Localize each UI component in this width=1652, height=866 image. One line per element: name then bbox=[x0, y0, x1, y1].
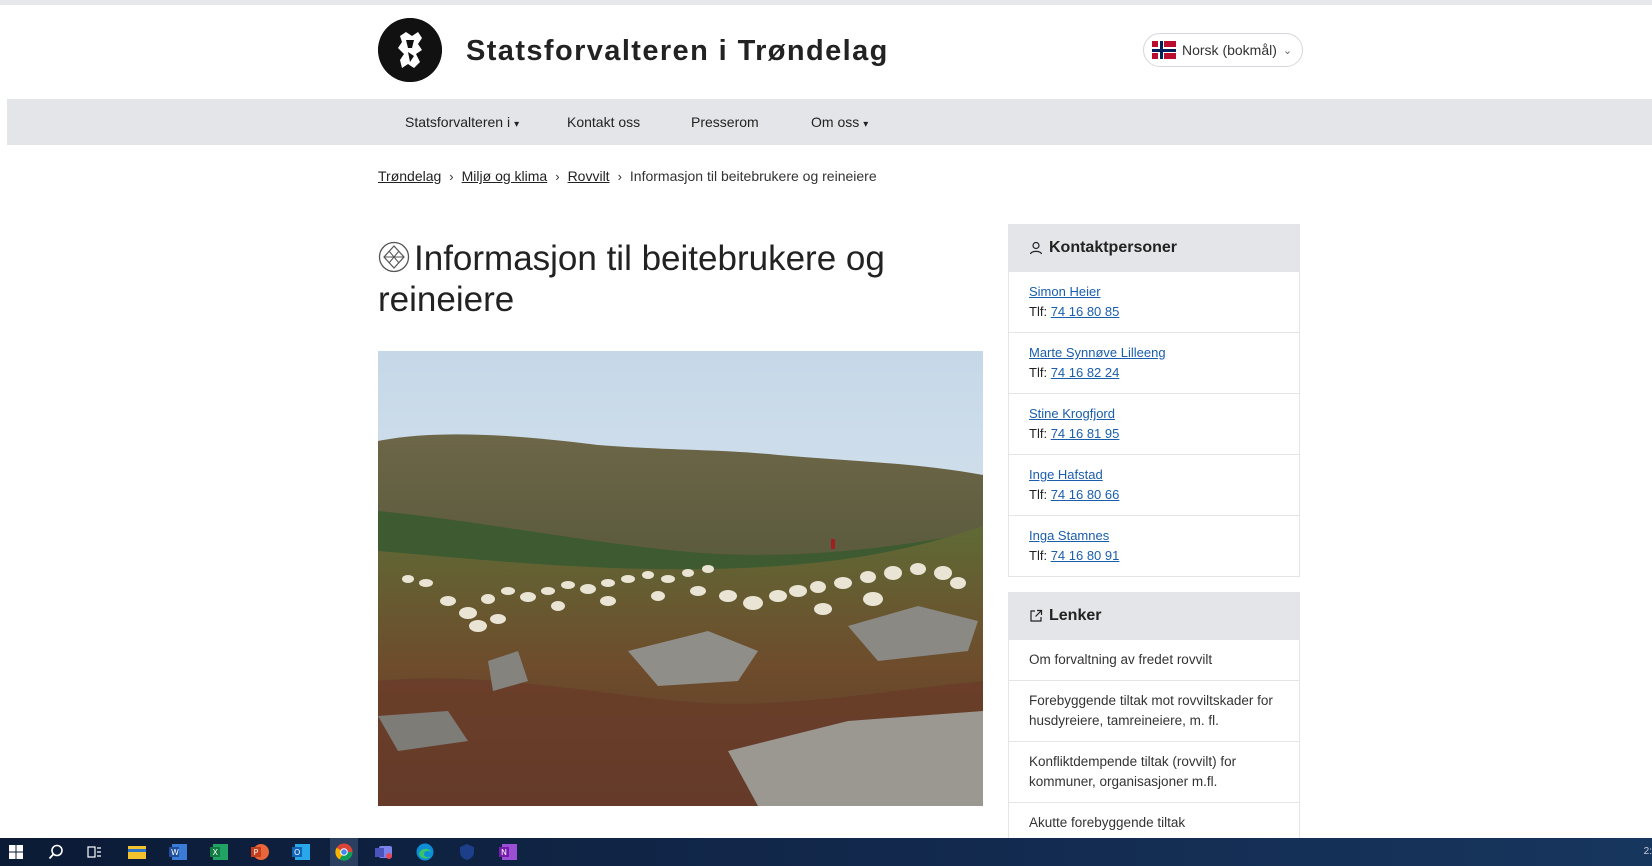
chevron-down-icon: ▾ bbox=[514, 119, 520, 130]
link-item[interactable]: Forebyggende tiltak mot rovviltskader fo… bbox=[1009, 680, 1299, 741]
topic-icon bbox=[378, 241, 410, 273]
contact-phone-link[interactable]: 74 16 81 95 bbox=[1051, 426, 1120, 441]
contact-phone-link[interactable]: 74 16 80 66 bbox=[1051, 487, 1120, 502]
page-title: Informasjon til beitebrukere og reineier… bbox=[378, 238, 978, 320]
nav-item-om-oss[interactable]: Om oss ▾ bbox=[811, 99, 868, 145]
windows-taskbar: W X P O N 2: bbox=[0, 838, 1652, 866]
chevron-down-icon: ▾ bbox=[863, 119, 869, 130]
chrome-icon[interactable] bbox=[334, 842, 354, 862]
nav-item-kontakt-oss[interactable]: Kontakt oss bbox=[567, 99, 640, 145]
contact-name-link[interactable]: Stine Krogfjord bbox=[1029, 406, 1115, 421]
phone-prefix: Tlf: bbox=[1029, 304, 1048, 319]
breadcrumb-link-rovvilt[interactable]: Rovvilt bbox=[568, 168, 610, 184]
contact-name-link[interactable]: Inge Hafstad bbox=[1029, 467, 1103, 482]
nav-item-statsforvalteren[interactable]: Statsforvalteren i ▾ bbox=[405, 99, 519, 145]
contacts-heading: Kontaktpersoner bbox=[1049, 239, 1178, 256]
contact-phone-link[interactable]: 74 16 80 91 bbox=[1051, 548, 1120, 563]
breadcrumb-link-trondelag[interactable]: Trøndelag bbox=[378, 168, 441, 184]
external-link-icon bbox=[1030, 609, 1043, 622]
breadcrumb-current: Informasjon til beitebrukere og reineier… bbox=[629, 168, 877, 184]
outlook-icon[interactable]: O bbox=[291, 842, 311, 862]
chevron-right-icon: › bbox=[617, 169, 622, 184]
links-card: Lenker Om forvaltning av fredet rovvilt … bbox=[1008, 592, 1300, 843]
norway-flag-icon bbox=[1152, 41, 1176, 59]
page-title-text: Informasjon til beitebrukere og reineier… bbox=[378, 239, 885, 319]
shield-icon[interactable] bbox=[457, 842, 477, 862]
excel-icon[interactable]: X bbox=[209, 842, 229, 862]
svg-text:P: P bbox=[254, 848, 259, 857]
site-title[interactable]: Statsforvalteren i Trøndelag bbox=[466, 35, 889, 68]
links-card-header: Lenker bbox=[1009, 593, 1299, 639]
contact-item: Stine Krogfjord Tlf: 74 16 81 95 bbox=[1009, 393, 1299, 454]
phone-prefix: Tlf: bbox=[1029, 365, 1048, 380]
contact-item: Simon Heier Tlf: 74 16 80 85 bbox=[1009, 271, 1299, 332]
edge-icon[interactable] bbox=[415, 842, 435, 862]
nav-item-label: Statsforvalteren i bbox=[405, 114, 511, 130]
breadcrumb: Trøndelag › Miljø og klima › Rovvilt › Informa… bbox=[378, 168, 877, 184]
phone-prefix: Tlf: bbox=[1029, 487, 1048, 502]
chevron-right-icon: › bbox=[555, 169, 560, 184]
hero-image-sheep-grazing bbox=[378, 351, 983, 806]
phone-prefix: Tlf: bbox=[1029, 548, 1048, 563]
link-item[interactable]: Akutte forebyggende tiltak bbox=[1009, 802, 1299, 843]
file-explorer-icon[interactable] bbox=[127, 842, 147, 862]
nav-item-label: Kontakt oss bbox=[567, 114, 641, 130]
svg-text:X: X bbox=[213, 848, 219, 857]
word-icon[interactable]: W bbox=[168, 842, 188, 862]
main-nav: Statsforvalteren i ▾ Kontakt oss Pressero… bbox=[7, 99, 1652, 145]
contact-item: Marte Synnøve Lilleeng Tlf: 74 16 82 24 bbox=[1009, 332, 1299, 393]
nav-item-label: Presserom bbox=[691, 114, 759, 130]
nav-item-presserom[interactable]: Presserom bbox=[691, 99, 759, 145]
person-icon bbox=[1029, 241, 1043, 255]
link-item[interactable]: Om forvaltning av fredet rovvilt bbox=[1009, 639, 1299, 680]
svg-text:W: W bbox=[171, 848, 179, 857]
coat-of-arms-logo[interactable] bbox=[378, 18, 442, 82]
site-header: Statsforvalteren i Trøndelag Norsk (bokm… bbox=[0, 5, 1652, 99]
svg-text:O: O bbox=[294, 848, 300, 857]
chevron-down-icon: ⌄ bbox=[1282, 44, 1293, 57]
language-selector[interactable]: Norsk (bokmål) ⌄ bbox=[1143, 33, 1304, 67]
powerpoint-icon[interactable]: P bbox=[250, 842, 270, 862]
breadcrumb-link-miljo-og-klima[interactable]: Miljø og klima bbox=[462, 168, 548, 184]
language-label: Norsk (bokmål) bbox=[1182, 42, 1277, 58]
task-view-icon[interactable] bbox=[85, 842, 105, 862]
chevron-right-icon: › bbox=[449, 169, 454, 184]
contact-name-link[interactable]: Marte Synnøve Lilleeng bbox=[1029, 345, 1166, 360]
contact-name-link[interactable]: Inga Stamnes bbox=[1029, 528, 1109, 543]
contact-phone-link[interactable]: 74 16 80 85 bbox=[1051, 304, 1120, 319]
links-heading: Lenker bbox=[1049, 607, 1102, 624]
contact-name-link[interactable]: Simon Heier bbox=[1029, 284, 1101, 299]
windows-start-icon[interactable] bbox=[6, 842, 26, 862]
teams-icon[interactable] bbox=[374, 842, 394, 862]
onenote-icon[interactable]: N bbox=[498, 842, 518, 862]
nav-item-label: Om oss bbox=[811, 114, 860, 130]
contacts-card-header: Kontaktpersoner bbox=[1009, 225, 1299, 271]
search-icon[interactable] bbox=[46, 842, 66, 862]
contacts-card: Kontaktpersoner Simon Heier Tlf: 74 16 8… bbox=[1008, 224, 1300, 577]
contact-item: Inga Stamnes Tlf: 74 16 80 91 bbox=[1009, 515, 1299, 576]
contact-phone-link[interactable]: 74 16 82 24 bbox=[1051, 365, 1120, 380]
phone-prefix: Tlf: bbox=[1029, 426, 1048, 441]
contact-item: Inge Hafstad Tlf: 74 16 80 66 bbox=[1009, 454, 1299, 515]
svg-text:N: N bbox=[501, 848, 507, 857]
link-item[interactable]: Konfliktdempende tiltak (rovvilt) for ko… bbox=[1009, 741, 1299, 802]
taskbar-clock[interactable]: 2: bbox=[1644, 846, 1652, 857]
